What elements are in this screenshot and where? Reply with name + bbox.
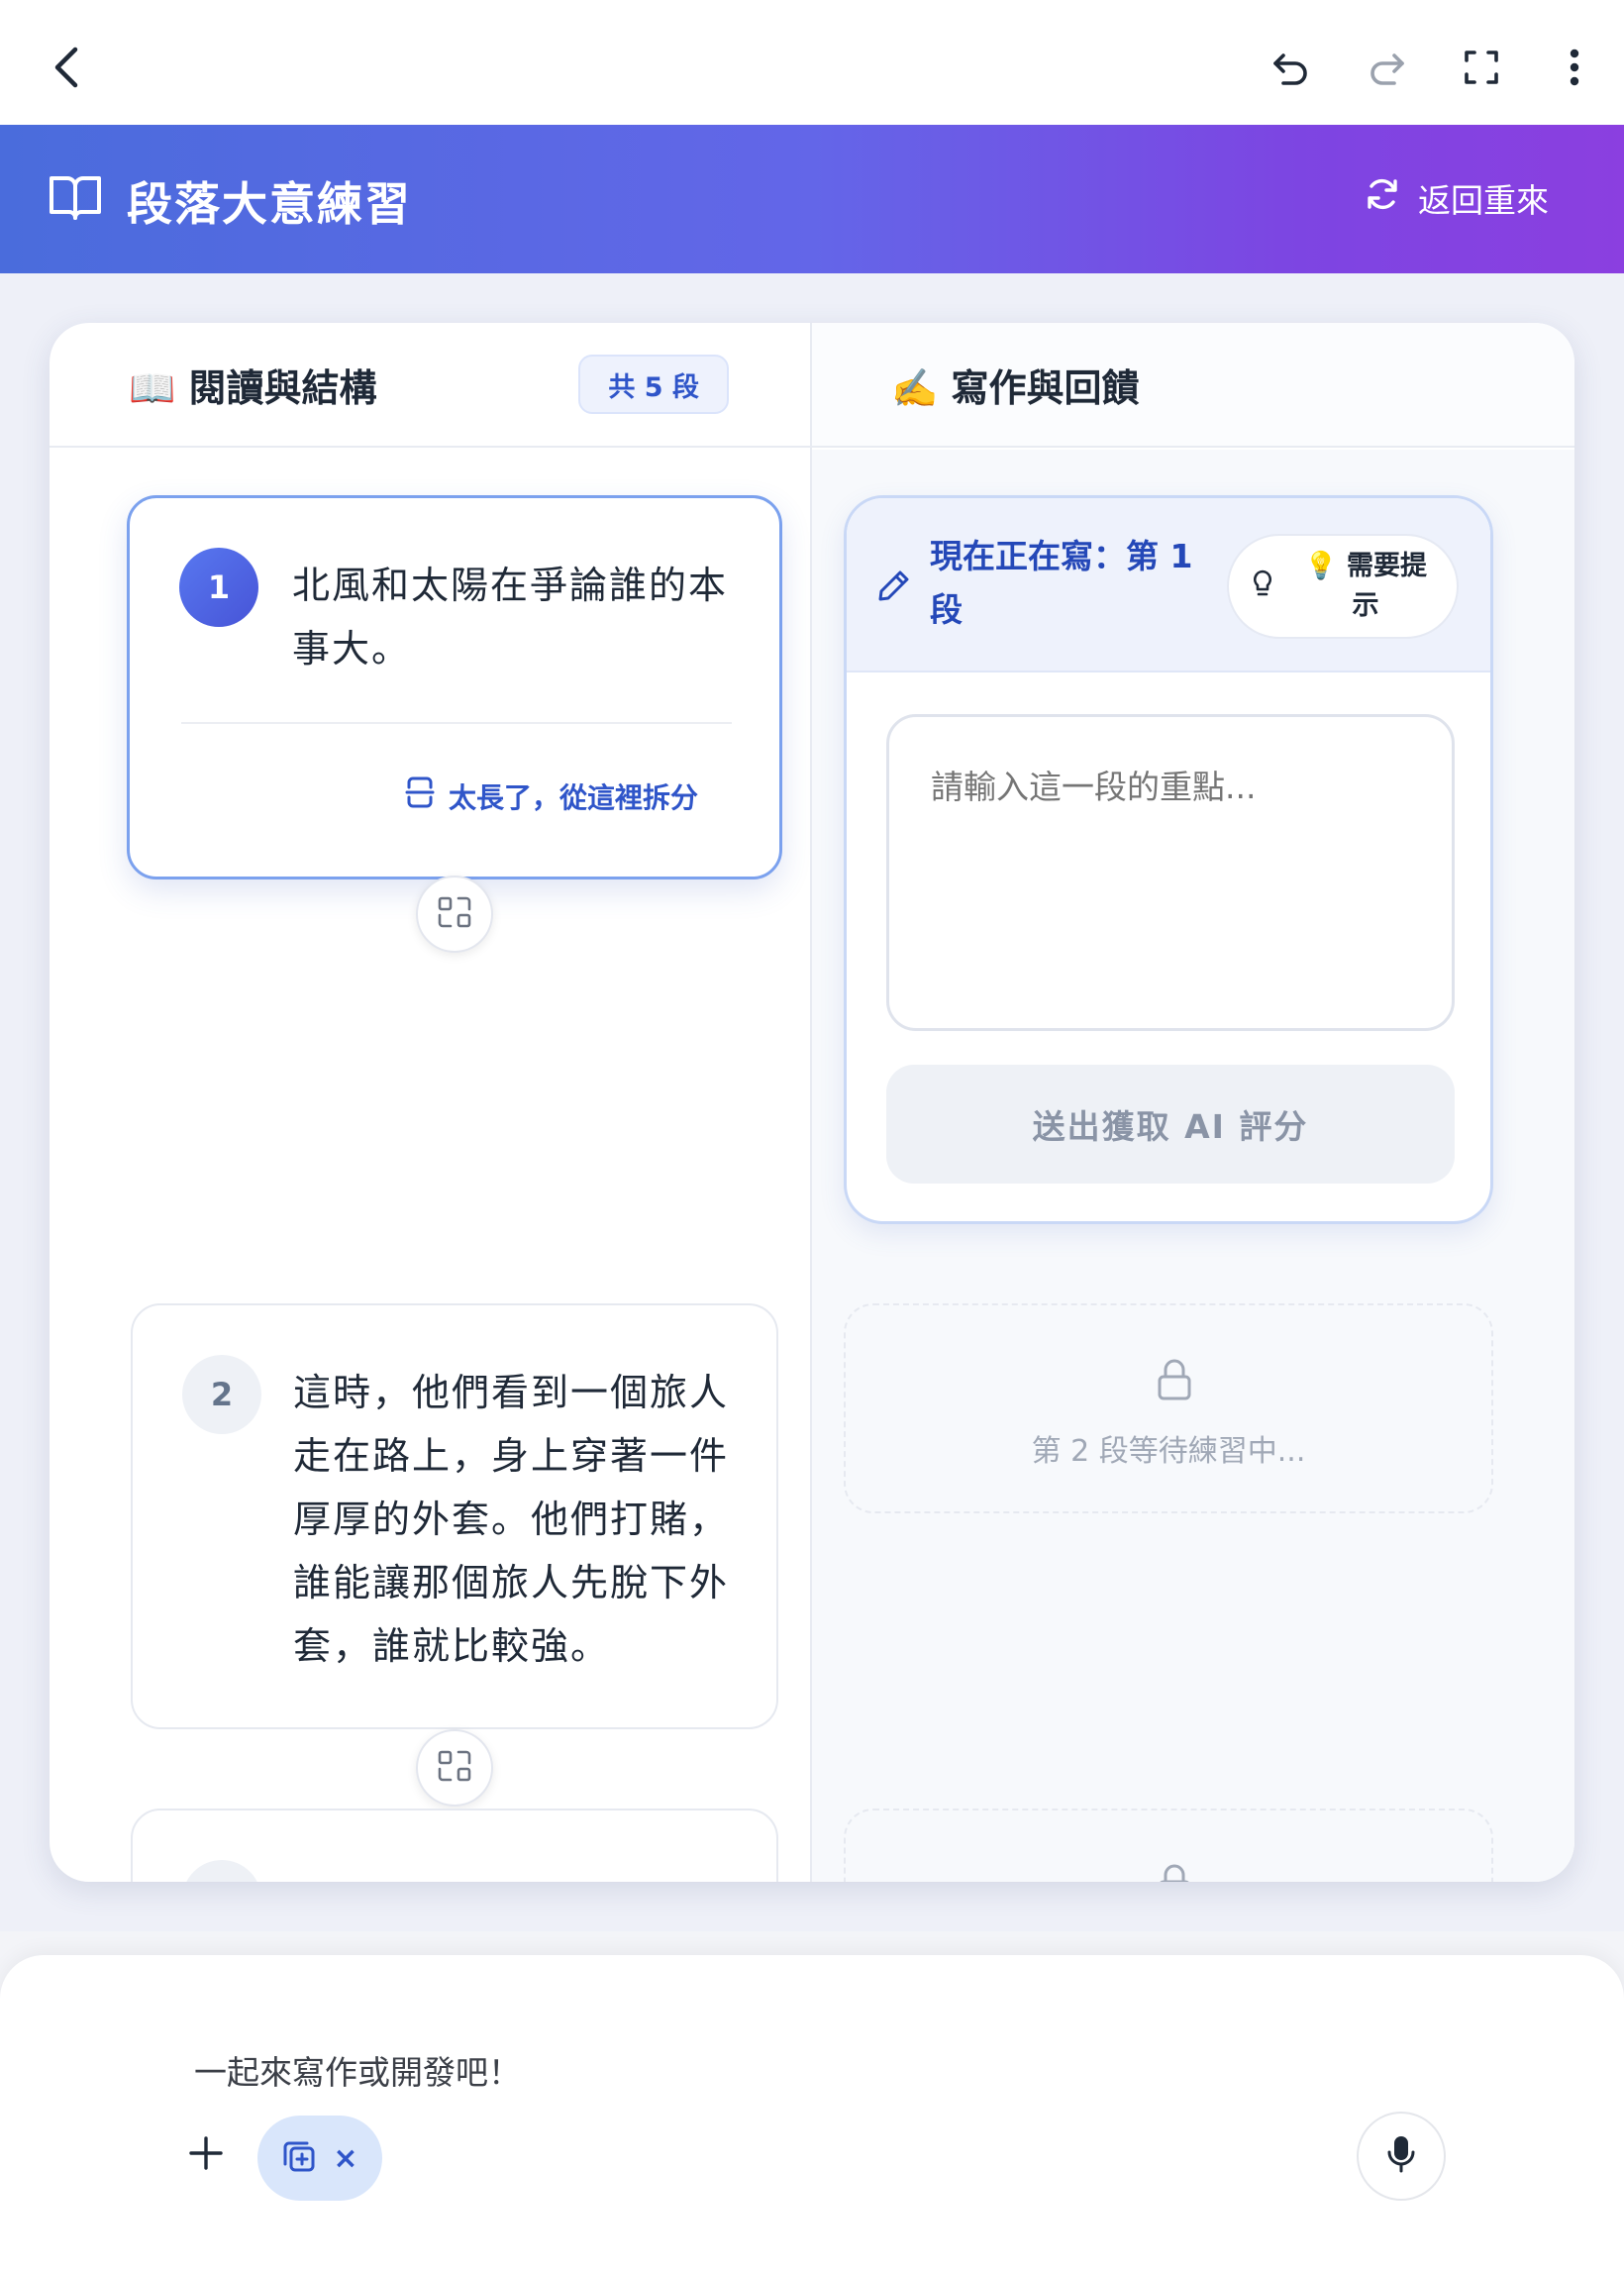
paragraph-card-3[interactable] (131, 1809, 778, 1882)
paragraph-number: 1 (179, 548, 258, 627)
split-paragraph-button[interactable]: 太長了，從這裡拆分 (405, 775, 698, 816)
undo-icon[interactable] (1262, 38, 1321, 97)
writing-card: 現在正在寫：第 1 段 💡 需要提示 送出獲取 AI 評分 (844, 495, 1493, 1224)
lock-icon (1155, 1862, 1194, 1882)
submit-for-ai-score-button[interactable]: 送出獲取 AI 評分 (886, 1065, 1455, 1184)
hint-label: 💡 需要提示 (1303, 551, 1428, 621)
current-paragraph-title: 現在正在寫：第 1 段 (930, 537, 1193, 629)
remove-chip-icon[interactable]: × (333, 2141, 357, 2176)
locked-paragraph-label: 第 2 段等待練習中... (1031, 1434, 1306, 1469)
chat-composer: 一起來寫作或開發吧！ × (0, 1955, 1624, 2274)
more-icon[interactable] (1545, 38, 1604, 97)
back-icon[interactable] (38, 38, 97, 97)
redo-icon[interactable] (1357, 38, 1416, 97)
split-label: 太長了，從這裡拆分 (448, 780, 698, 814)
reset-button[interactable]: 返回重來 (1365, 174, 1549, 222)
hint-button[interactable]: 💡 需要提示 (1227, 534, 1459, 639)
reading-column-title: 📖 閱讀與結構 (129, 365, 377, 410)
microphone-icon (1386, 2134, 1416, 2178)
writing-column-title: ✍️ 寫作與回饋 (891, 365, 1140, 410)
book-icon (48, 172, 103, 228)
paragraph-text: 這時，他們看到一個旅人走在路上，身上穿著一件厚厚的外套。他們打賭，誰能讓那個旅人… (293, 1371, 730, 1668)
paragraph-count-badge: 共 5 段 (578, 355, 729, 414)
browser-toolbar (0, 0, 1624, 125)
lock-icon (1155, 1357, 1194, 1406)
lightbulb-icon (1251, 568, 1274, 604)
reset-label: 返回重來 (1418, 181, 1549, 220)
app-header: 段落大意練習 返回重來 (0, 125, 1624, 273)
locked-paragraph-2: 第 2 段等待練習中... (844, 1303, 1493, 1513)
add-attachment-button[interactable] (174, 2123, 238, 2187)
canvas-add-icon (281, 2138, 317, 2178)
column-divider (810, 323, 812, 1882)
merge-icon (437, 1749, 472, 1787)
merge-icon (437, 895, 472, 933)
writing-column-header: ✍️ 寫作與回饋 (812, 323, 1574, 448)
split-icon (405, 775, 435, 816)
merge-paragraphs-button[interactable] (416, 876, 493, 953)
card-divider (181, 722, 732, 724)
paragraph-number (182, 1860, 261, 1882)
summary-input[interactable] (886, 714, 1455, 1031)
page-title: 段落大意練習 (127, 177, 412, 231)
composer-prompt[interactable]: 一起來寫作或開發吧！ (194, 2046, 521, 2094)
paragraph-card-2[interactable]: 2 這時，他們看到一個旅人走在路上，身上穿著一件厚厚的外套。他們打賭，誰能讓那個… (131, 1303, 778, 1729)
locked-paragraph-3 (844, 1809, 1493, 1882)
practice-panel: 📖 閱讀與結構 共 5 段 ✍️ 寫作與回饋 1 北風和太陽在爭論誰的本事大。 … (50, 323, 1574, 1882)
microphone-button[interactable] (1357, 2112, 1446, 2201)
writing-card-header: 現在正在寫：第 1 段 💡 需要提示 (847, 498, 1490, 672)
refresh-icon (1365, 176, 1400, 220)
pencil-icon (876, 568, 912, 607)
merge-paragraphs-button[interactable] (416, 1729, 493, 1807)
fullscreen-icon[interactable] (1452, 38, 1511, 97)
plus-icon (188, 2135, 224, 2175)
paragraph-text: 北風和太陽在爭論誰的本事大。 (292, 564, 729, 671)
reading-column-header: 📖 閱讀與結構 共 5 段 (50, 323, 810, 448)
attached-canvas-chip[interactable]: × (257, 2116, 382, 2201)
paragraph-number: 2 (182, 1355, 261, 1434)
paragraph-card-1[interactable]: 1 北風和太陽在爭論誰的本事大。 太長了，從這裡拆分 (127, 495, 782, 879)
